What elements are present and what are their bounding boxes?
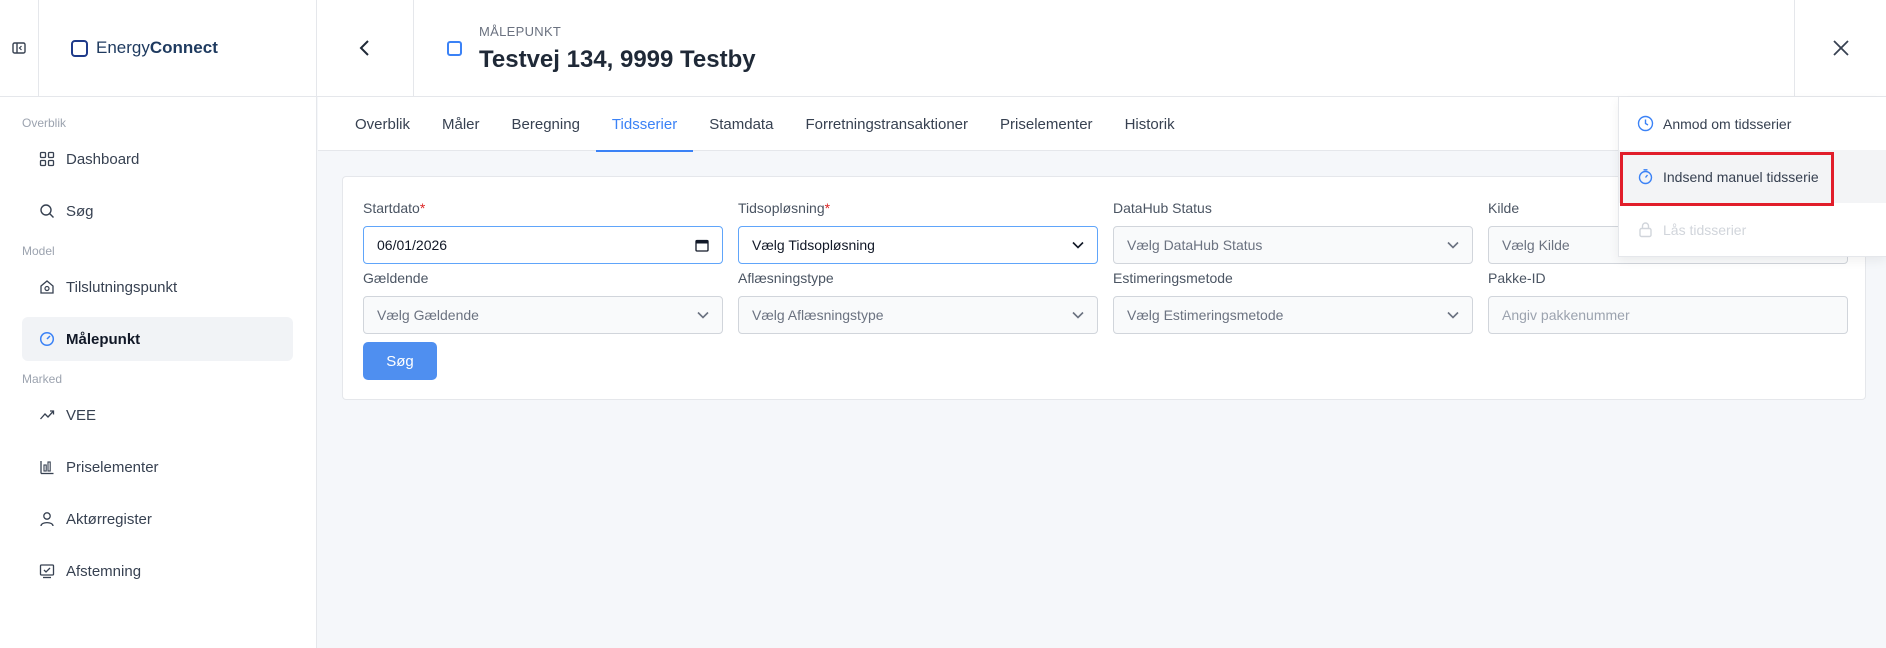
- sidebar: Overblik Dashboard Søg Model Tilslutning…: [0, 97, 317, 648]
- sidebar-item-aktorregister[interactable]: Aktørregister: [22, 497, 293, 541]
- logo-text: EnergyConnect: [96, 38, 218, 57]
- sidebar-item-label: Priselementer: [66, 458, 159, 476]
- gaeldende-field: Gældende Vælg Gældende: [363, 270, 723, 334]
- tab-maler[interactable]: Måler: [426, 97, 496, 151]
- chevron-down-icon: [1072, 241, 1084, 249]
- page-title: Testvej 134, 9999 Testby: [479, 46, 756, 73]
- estimeringsmetode-field: Estimeringsmetode Vælg Estimeringsmetode: [1113, 270, 1473, 334]
- sidebar-item-label: Afstemning: [66, 562, 142, 580]
- trend-icon: [38, 406, 56, 424]
- check-monitor-icon: [38, 562, 56, 580]
- sidebar-toggle-button[interactable]: [0, 0, 39, 97]
- grid-icon: [38, 150, 56, 168]
- sidebar-item-label: Tilslutningspunkt: [66, 278, 178, 296]
- menu-item-indsend-manuel-tidsserie[interactable]: Indsend manuel tidsserie: [1619, 150, 1886, 206]
- tab-historik[interactable]: Historik: [1109, 97, 1191, 151]
- sidebar-item-label: Dashboard: [66, 150, 140, 168]
- calendar-icon[interactable]: [695, 238, 709, 252]
- tidsoplosning-label: Tidsopløsning: [738, 200, 825, 216]
- back-button[interactable]: [317, 0, 414, 97]
- user-icon: [38, 510, 56, 528]
- logo-mark-icon: [71, 39, 88, 57]
- gaeldende-select[interactable]: Vælg Gældende: [363, 296, 723, 334]
- aflaesningstype-select[interactable]: Vælg Aflæsningstype: [738, 296, 1098, 334]
- search-button[interactable]: Søg: [363, 342, 437, 380]
- tab-tidsserier[interactable]: Tidsserier: [595, 97, 694, 152]
- startdato-field: Startdato* 06/01/2026: [363, 200, 723, 264]
- tidsoplosning-field: Tidsopløsning* Vælg Tidsopløsning: [738, 200, 1098, 264]
- sidebar-item-label: Målepunkt: [66, 330, 141, 348]
- chart-bars-icon: [38, 458, 56, 476]
- startdato-input[interactable]: 06/01/2026: [363, 226, 723, 264]
- tab-priselementer[interactable]: Priselementer: [984, 97, 1109, 151]
- sidebar-toggle-icon: [12, 42, 26, 54]
- actions-menu: Anmod om tidsserier Indsend manuel tidss…: [1618, 97, 1886, 257]
- gauge-icon: [38, 330, 56, 348]
- search-icon: [38, 202, 56, 220]
- sidebar-section-model: Model: [22, 244, 55, 258]
- chevron-left-icon: [359, 40, 369, 56]
- chevron-down-icon: [1447, 241, 1459, 249]
- datahub-status-field: DataHub Status Vælg DataHub Status: [1113, 200, 1473, 264]
- pakke-id-input[interactable]: Angiv pakkenummer: [1488, 296, 1848, 334]
- menu-item-label: Anmod om tidsserier: [1663, 115, 1792, 132]
- menu-item-las-tidsserier[interactable]: Lås tidsserier: [1619, 203, 1886, 256]
- page-header: MÅLEPUNKT Testvej 134, 9999 Testby: [414, 0, 1794, 97]
- house-icon: [38, 278, 56, 296]
- estimeringsmetode-select[interactable]: Vælg Estimeringsmetode: [1113, 296, 1473, 334]
- tab-forretningstransaktioner[interactable]: Forretningstransaktioner: [789, 97, 984, 151]
- estimeringsmetode-label: Estimeringsmetode: [1113, 270, 1233, 286]
- aflaesningstype-field: Aflæsningstype Vælg Aflæsningstype: [738, 270, 1098, 334]
- sidebar-section-marked: Marked: [22, 372, 63, 386]
- sidebar-item-vee[interactable]: VEE: [22, 393, 293, 437]
- startdato-label: Startdato: [363, 200, 420, 216]
- gaeldende-label: Gældende: [363, 270, 429, 286]
- chevron-down-icon: [697, 311, 709, 319]
- sidebar-item-label: VEE: [66, 406, 97, 424]
- close-button[interactable]: [1794, 0, 1886, 97]
- datahub-status-label: DataHub Status: [1113, 200, 1212, 216]
- sidebar-item-malepunkt[interactable]: Målepunkt: [22, 317, 293, 361]
- aflaesningstype-label: Aflæsningstype: [738, 270, 834, 286]
- pakke-id-label: Pakke-ID: [1488, 270, 1546, 286]
- sidebar-item-tilslutningspunkt[interactable]: Tilslutningspunkt: [22, 265, 293, 309]
- pakke-id-field: Pakke-ID Angiv pakkenummer: [1488, 270, 1848, 334]
- chevron-down-icon: [1072, 311, 1084, 319]
- tidsoplosning-select[interactable]: Vælg Tidsopløsning: [738, 226, 1098, 264]
- sidebar-item-label: Søg: [66, 202, 94, 220]
- sidebar-item-sog[interactable]: Søg: [22, 189, 293, 233]
- datahub-status-select[interactable]: Vælg DataHub Status: [1113, 226, 1473, 264]
- tab-overblik[interactable]: Overblik: [339, 97, 426, 151]
- logo: EnergyConnect: [39, 0, 317, 97]
- menu-item-label: Indsend manuel tidsserie: [1663, 168, 1819, 185]
- menu-item-anmod-om-tidsserier[interactable]: Anmod om tidsserier: [1619, 97, 1886, 150]
- tab-beregning[interactable]: Beregning: [496, 97, 596, 151]
- tab-bar: Overblik Måler Beregning Tidsserier Stam…: [318, 97, 1618, 152]
- sidebar-item-afstemning[interactable]: Afstemning: [22, 549, 293, 593]
- metering-point-icon: [447, 41, 462, 56]
- page-kicker: MÅLEPUNKT: [479, 24, 562, 39]
- lock-icon: [1636, 221, 1654, 239]
- close-icon: [1832, 40, 1849, 56]
- sidebar-item-priselementer[interactable]: Priselementer: [22, 445, 293, 489]
- sidebar-section-overblik: Overblik: [22, 116, 67, 130]
- chevron-down-icon: [1447, 311, 1459, 319]
- sidebar-item-label: Aktørregister: [66, 510, 152, 528]
- sidebar-item-dashboard[interactable]: Dashboard: [22, 137, 293, 181]
- menu-item-label: Lås tidsserier: [1663, 221, 1747, 238]
- stopwatch-icon: [1636, 168, 1654, 186]
- tab-stamdata[interactable]: Stamdata: [693, 97, 789, 151]
- clock-icon: [1636, 115, 1654, 133]
